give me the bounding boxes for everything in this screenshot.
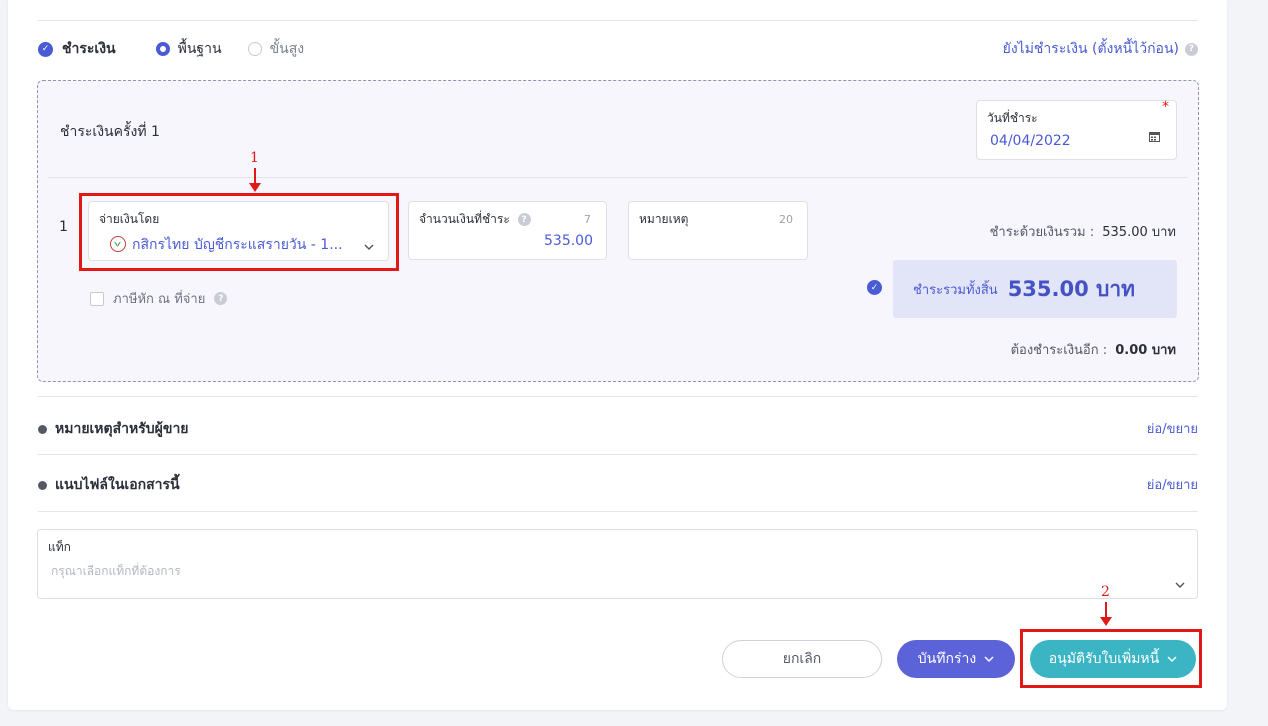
grand-total-label: ชำระรวมทั้งสิ้น — [913, 282, 998, 298]
amount-value: 535.00 — [544, 233, 593, 249]
withholding-label: ภาษีหัก ณ ที่จ่าย — [113, 292, 206, 307]
divider — [38, 396, 1198, 397]
remaining-value: 0.00 บาท — [1115, 343, 1176, 358]
note-counter: 20 — [779, 213, 793, 226]
withholding-tax-checkbox[interactable]: ภาษีหัก ณ ที่จ่าย ? — [90, 288, 228, 309]
mode-advanced-radio[interactable]: ขั้นสูง — [247, 38, 305, 60]
mode-basic-label: พื้นฐาน — [177, 41, 222, 57]
radio-selected-icon — [155, 42, 170, 56]
payment-date-field[interactable]: วันที่ชำระ * 04/04/2022 — [976, 99, 1177, 160]
round-title: ชำระเงินครั้งที่ 1 — [60, 124, 160, 140]
grand-total-value: 535.00 บาท — [1007, 276, 1135, 301]
required-marker: * — [1162, 99, 1169, 115]
total-cash-value: 535.00 บาท — [1102, 225, 1176, 240]
checkbox-icon[interactable] — [90, 291, 104, 306]
payment-title: ชำระเงิน — [62, 41, 116, 57]
annotation-arrow-1 — [254, 168, 256, 184]
annotation-arrow-head-1 — [249, 183, 261, 192]
check-icon: ✓ — [38, 41, 53, 57]
tag-select[interactable]: แท็ก กรุณาเลือกแท็กที่ต้องการ — [37, 529, 1198, 599]
annotation-marker-1: 1 — [250, 150, 259, 166]
amount-label: จำนวนเงินที่ชำระ ? — [419, 210, 531, 229]
mode-advanced-label: ขั้นสูง — [269, 41, 305, 57]
save-draft-button[interactable]: บันทึกร่าง — [897, 640, 1015, 678]
radio-unselected-icon — [247, 42, 262, 56]
bullet-icon — [38, 424, 47, 434]
total-cash: ชำระด้วยเงินรวม : 535.00 บาท — [990, 221, 1176, 242]
cancel-button[interactable]: ยกเลิก — [722, 640, 882, 678]
check-icon: ✓ — [867, 280, 882, 295]
divider — [48, 177, 1188, 178]
divider — [38, 20, 1198, 21]
date-value: 04/04/2022 — [990, 133, 1071, 149]
help-icon[interactable]: ? — [517, 213, 531, 226]
mode-basic-radio[interactable]: พื้นฐาน — [155, 38, 222, 60]
amount-field[interactable]: จำนวนเงินที่ชำระ ? 7 535.00 — [408, 201, 607, 260]
divider — [38, 454, 1198, 455]
annotation-arrow-2 — [1105, 602, 1107, 618]
grand-total-box: ชำระรวมทั้งสิ้น 535.00 บาท — [893, 260, 1177, 318]
payment-header: ✓ ชำระเงิน พื้นฐาน ขั้นสูง ยังไม่ชำระเงิ… — [38, 36, 1198, 62]
attachments-title: แนบไฟล์ในเอกสารนี้ — [55, 477, 180, 493]
seller-note-section: หมายเหตุสำหรับผู้ขาย — [38, 418, 189, 440]
divider — [38, 511, 1198, 512]
note-label: หมายเหตุ — [639, 212, 689, 226]
help-icon[interactable]: ? — [214, 292, 228, 305]
date-label: วันที่ชำระ — [987, 111, 1038, 125]
calendar-icon[interactable] — [1149, 127, 1160, 142]
bullet-icon — [38, 480, 47, 490]
unpaid-option[interactable]: ยังไม่ชำระเงิน (ตั้งหนี้ไว้ก่อน) ? — [1003, 38, 1198, 60]
seller-note-title: หมายเหตุสำหรับผู้ขาย — [55, 421, 189, 437]
amount-counter: 7 — [584, 213, 591, 226]
chevron-down-icon[interactable] — [1175, 574, 1185, 593]
tag-label: แท็ก — [48, 540, 71, 554]
unpaid-link[interactable]: ยังไม่ชำระเงิน (ตั้งหนี้ไว้ก่อน) — [1003, 38, 1179, 60]
seller-note-toggle[interactable]: ย่อ/ขยาย — [1147, 418, 1198, 439]
annotation-box-2 — [1020, 629, 1202, 688]
annotation-box-1 — [79, 193, 399, 271]
remaining-label: ต้องชำระเงินอีก : — [1010, 343, 1108, 358]
annotation-marker-2: 2 — [1101, 584, 1110, 600]
note-field[interactable]: หมายเหตุ 20 — [628, 201, 808, 260]
remaining-amount: ต้องชำระเงินอีก : 0.00 บาท — [1011, 339, 1176, 360]
save-draft-label: บันทึกร่าง — [917, 651, 977, 667]
total-cash-label: ชำระด้วยเงินรวม : — [989, 225, 1095, 240]
attachments-section: แนบไฟล์ในเอกสารนี้ — [38, 474, 180, 496]
attachments-toggle[interactable]: ย่อ/ขยาย — [1147, 474, 1198, 495]
cancel-label: ยกเลิก — [782, 651, 822, 667]
annotation-arrow-head-2 — [1100, 617, 1112, 626]
line-number: 1 — [59, 219, 68, 235]
chevron-down-icon — [984, 656, 994, 663]
tag-placeholder: กรุณาเลือกแท็กที่ต้องการ — [51, 564, 181, 578]
help-icon[interactable]: ? — [1185, 42, 1198, 56]
